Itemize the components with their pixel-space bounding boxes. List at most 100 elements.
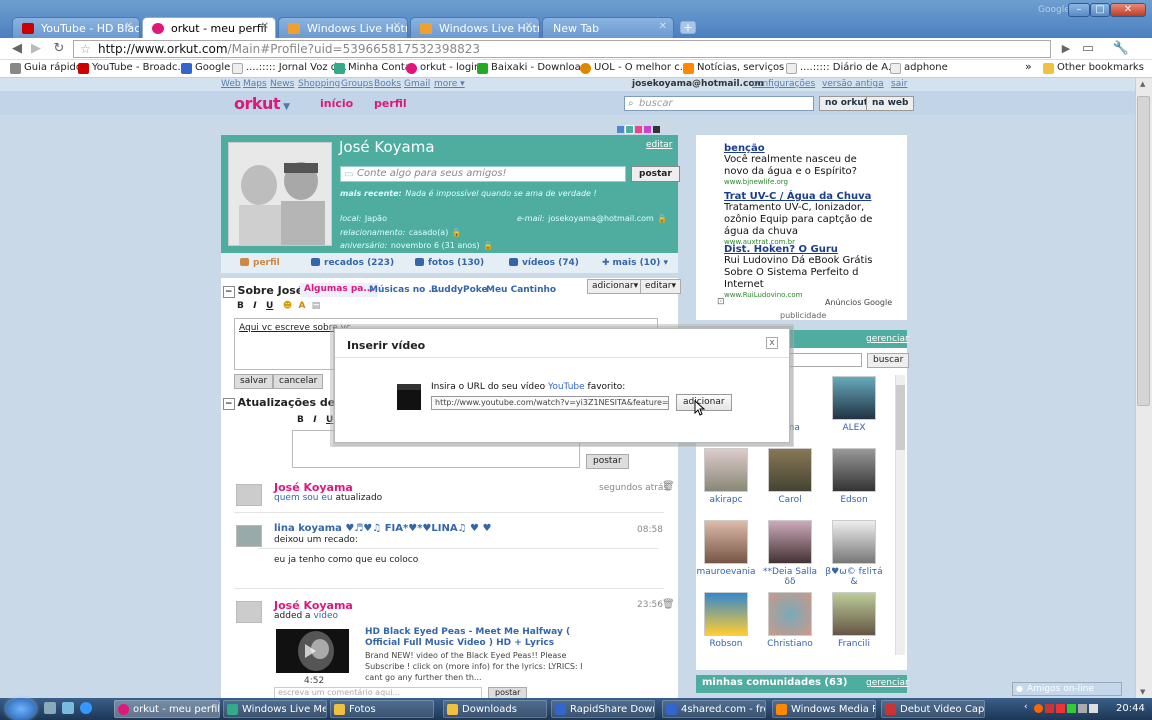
taskbar-item[interactable]: orkut - meu perfil... bbox=[114, 700, 220, 718]
video-title[interactable]: HD Black Eyed Peas - Meet Me Halfway ( O… bbox=[365, 627, 595, 649]
taskbar-item[interactable]: Windows Live Me... bbox=[223, 700, 327, 718]
edit-dropdown-button[interactable]: editar▾ bbox=[640, 279, 682, 294]
other-bookmarks[interactable]: Other bookmarks bbox=[1043, 62, 1144, 74]
friend-item[interactable]: Christiano bbox=[760, 592, 820, 649]
trash-icon[interactable]: 🗑 bbox=[662, 481, 675, 492]
bold-icon[interactable]: B bbox=[237, 301, 244, 311]
bookmark-guia[interactable]: Guia rápido bbox=[10, 62, 82, 74]
ie-icon[interactable] bbox=[80, 702, 92, 714]
scrap-input[interactable]: ▭ Conte algo para seus amigos! bbox=[340, 166, 626, 182]
collapse-icon[interactable]: − bbox=[223, 398, 235, 410]
wrench-icon[interactable]: 🔧 bbox=[1108, 41, 1134, 57]
friend-photo[interactable] bbox=[768, 448, 812, 492]
nav-perfil[interactable]: perfil bbox=[374, 97, 407, 110]
topbar-link-more[interactable]: more ▾ bbox=[434, 79, 465, 89]
back-icon[interactable]: ◀ bbox=[9, 41, 25, 57]
tab-hotmail-2[interactable]: Windows Live Hotmail✕ bbox=[410, 17, 540, 39]
friend-name[interactable]: β♥ω© fεliτá & bbox=[825, 567, 882, 587]
comment-input[interactable]: escreva um comentário aqui... bbox=[274, 687, 482, 698]
scroll-down-icon[interactable]: ▼ bbox=[1140, 688, 1145, 696]
friend-name[interactable]: mauroevania bbox=[696, 567, 755, 577]
page-menu-icon[interactable]: ▭ bbox=[1080, 41, 1096, 57]
close-icon[interactable]: ✕ bbox=[261, 21, 269, 32]
topbar-link-maps[interactable]: Maps bbox=[243, 79, 267, 89]
friend-photo[interactable] bbox=[704, 592, 748, 636]
friend-name[interactable]: Edson bbox=[840, 495, 867, 505]
save-button[interactable]: salvar bbox=[234, 374, 274, 389]
minimize-button[interactable]: – bbox=[1068, 3, 1090, 17]
post-comment-button[interactable]: postar bbox=[488, 687, 528, 698]
close-icon[interactable]: ✕ bbox=[659, 21, 667, 32]
window-close-button[interactable]: ✕ bbox=[1110, 3, 1146, 17]
underline-icon[interactable]: U bbox=[266, 301, 273, 311]
profile-photo[interactable] bbox=[228, 142, 332, 246]
friend-photo[interactable] bbox=[768, 592, 812, 636]
friend-photo[interactable] bbox=[832, 376, 876, 420]
friend-item[interactable]: Carol bbox=[760, 448, 820, 505]
nav-inicio[interactable]: início bbox=[320, 97, 353, 110]
tray-icon[interactable] bbox=[1067, 704, 1076, 713]
manage-communities-link[interactable]: gerenciar bbox=[866, 678, 909, 688]
friend-name[interactable]: **Deia Salla δδ bbox=[763, 567, 817, 587]
friend-name[interactable]: Christiano bbox=[767, 639, 813, 649]
edit-profile-link[interactable]: editar bbox=[646, 140, 673, 150]
bookmark-baixaki[interactable]: Baixaki - Downloa... bbox=[477, 62, 590, 74]
communities-header[interactable]: minhas comunidades (63) gerenciar bbox=[696, 675, 909, 693]
show-desktop-icon[interactable] bbox=[44, 702, 56, 714]
youtube-link[interactable]: YouTube bbox=[548, 382, 585, 392]
tray-icon[interactable] bbox=[1045, 704, 1054, 713]
post-update-button[interactable]: postar bbox=[586, 454, 629, 469]
tab-mais[interactable]: ✚ mais (10) ▾ bbox=[602, 258, 668, 268]
search-input[interactable]: ⌕ buscar bbox=[624, 96, 814, 111]
friend-name[interactable]: Robson bbox=[710, 639, 743, 649]
tab-orkut[interactable]: orkut - meu perfil ✕ bbox=[142, 17, 276, 40]
palette-swatch[interactable] bbox=[635, 126, 642, 133]
amigos-online-bar[interactable]: ● Amigos on-line bbox=[1012, 682, 1122, 696]
ad-title[interactable]: benção bbox=[724, 143, 884, 154]
manage-friends-link[interactable]: gerenciar bbox=[866, 334, 909, 344]
friends-search-button[interactable]: buscar bbox=[867, 353, 910, 368]
insert-media-icon[interactable]: ▤ bbox=[312, 301, 321, 311]
ad-1[interactable]: benção Você realmente nasceu de novo da á… bbox=[724, 143, 884, 186]
friends-scroll-thumb[interactable] bbox=[896, 385, 905, 450]
palette-swatch[interactable] bbox=[644, 126, 651, 133]
adchoice-icon[interactable]: ⊡ bbox=[717, 297, 725, 307]
orkut-logo[interactable]: orkut ▼ bbox=[234, 94, 290, 113]
tab-newtab[interactable]: New Tab ✕ bbox=[542, 17, 674, 39]
about-subtab-1[interactable]: Algumas pa... bbox=[300, 283, 378, 297]
search-web-button[interactable]: na web bbox=[866, 96, 915, 111]
friend-name[interactable]: ALEX bbox=[842, 423, 865, 433]
bookmark-diario[interactable]: ....::::: Diário de A... bbox=[786, 62, 897, 74]
avatar[interactable] bbox=[236, 525, 262, 547]
bookmark-uol[interactable]: UOL - O melhor c... bbox=[580, 62, 689, 74]
logout-link[interactable]: sair bbox=[891, 79, 907, 89]
bookmark-google[interactable]: Google bbox=[181, 62, 230, 74]
bookmark-minhaconta[interactable]: Minha Conta bbox=[334, 62, 411, 74]
friend-photo[interactable] bbox=[704, 520, 748, 564]
close-icon[interactable]: ✕ bbox=[125, 21, 133, 32]
ad-title[interactable]: Dist. Hoken? O Guru bbox=[724, 244, 884, 255]
post-scrap-button[interactable]: postar bbox=[631, 166, 680, 182]
avatar[interactable] bbox=[236, 484, 262, 506]
forward-icon[interactable]: ▶ bbox=[28, 41, 44, 57]
theme-palette[interactable] bbox=[617, 123, 662, 134]
topbar-link-news[interactable]: News bbox=[270, 79, 294, 89]
bold-icon[interactable]: B bbox=[297, 415, 304, 425]
overflow-chevron-icon[interactable]: » bbox=[1025, 60, 1032, 73]
windows-start-icon[interactable] bbox=[6, 698, 36, 720]
volume-icon[interactable] bbox=[1089, 704, 1098, 713]
about-subtab-3[interactable]: BuddyPoke bbox=[431, 285, 488, 295]
friend-item[interactable]: ALEX bbox=[824, 376, 884, 433]
tray-icon[interactable] bbox=[1056, 704, 1065, 713]
friend-name[interactable]: Carol bbox=[778, 495, 801, 505]
video-thumbnail[interactable] bbox=[276, 629, 349, 673]
video-url-input[interactable]: http://www.youtube.com/watch?v=yi3Z1NESI… bbox=[431, 396, 669, 410]
trash-icon[interactable]: 🗑 bbox=[662, 599, 675, 610]
tab-perfil[interactable]: perfil bbox=[240, 258, 280, 268]
address-bar[interactable]: ☆ http://www.orkut.com/Main#Profile?uid=5… bbox=[73, 40, 1051, 58]
bookmark-youtube[interactable]: YouTube - Broadc... bbox=[78, 62, 187, 74]
topbar-link-gmail[interactable]: Gmail bbox=[404, 79, 430, 89]
close-icon[interactable]: ✕ bbox=[393, 21, 401, 32]
close-icon[interactable]: ✕ bbox=[525, 21, 533, 32]
tab-youtube[interactable]: YouTube - HD Black E...✕ bbox=[12, 17, 140, 39]
